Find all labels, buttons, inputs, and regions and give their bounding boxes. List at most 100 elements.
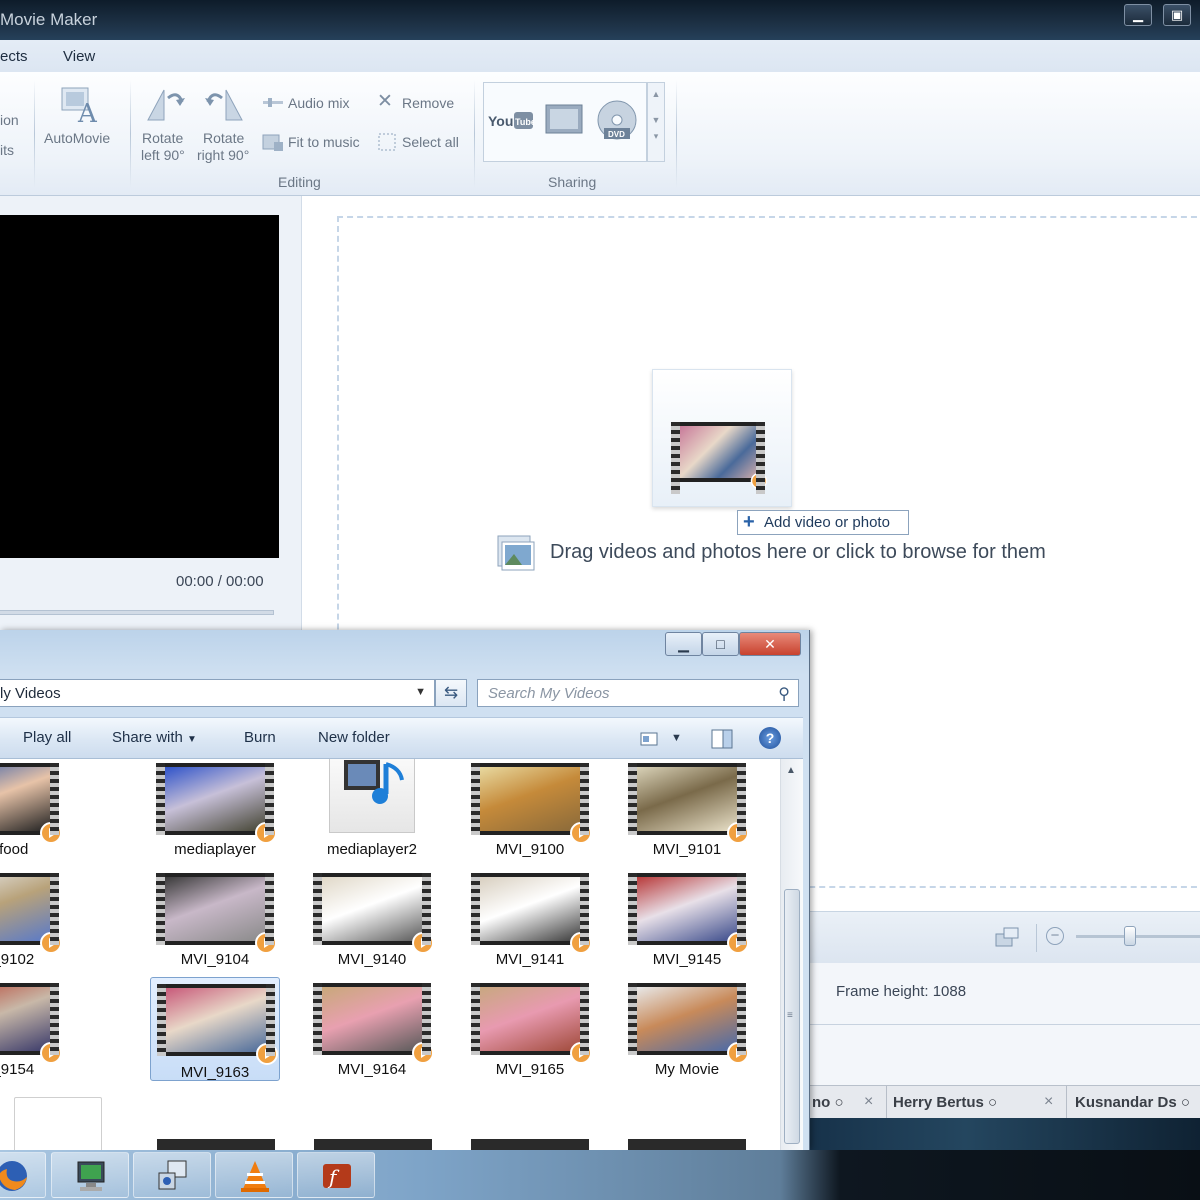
share-with-button[interactable]: Share with ▼ — [112, 729, 197, 746]
scroll-thumb[interactable]: ≡ — [784, 889, 800, 1144]
fit-to-music-icon — [262, 134, 283, 151]
remove-button[interactable]: Remove — [402, 95, 454, 112]
ribbon-cut-label-2[interactable]: its — [0, 142, 14, 159]
file-item[interactable]: MVI_9145 — [622, 871, 752, 975]
view-options-icon[interactable] — [640, 731, 658, 747]
refresh-button[interactable]: ⇆ — [435, 679, 467, 707]
file-item[interactable]: My Movie — [622, 981, 752, 1085]
document-file-icon[interactable] — [14, 1097, 102, 1150]
search-input[interactable]: Search My Videos ⚲ — [477, 679, 799, 707]
taskbar-app-flash[interactable]: f — [297, 1152, 375, 1198]
video-thumbnail[interactable] — [157, 1139, 275, 1150]
burn-button[interactable]: Burn — [244, 729, 276, 746]
close-tab-icon[interactable]: × — [1044, 1093, 1053, 1111]
file-item[interactable]: mediaplayer — [150, 761, 280, 865]
add-video-or-photo-button[interactable]: + Add video or photo — [737, 510, 909, 535]
scroll-up-icon[interactable]: ▲ — [786, 765, 796, 776]
browser-tab[interactable]: Kusnandar Ds ○ — [1075, 1086, 1200, 1119]
video-thumbnail — [156, 763, 277, 844]
browser-tab[interactable]: Herry Bertus ○ — [893, 1086, 1043, 1119]
taskbar-app-network[interactable] — [133, 1152, 211, 1198]
automovie-button[interactable]: AutoMovie — [44, 130, 110, 147]
search-icon[interactable]: ⚲ — [778, 684, 790, 704]
video-thumbnail[interactable] — [314, 1139, 432, 1150]
file-name: MVI_9165 — [495, 1061, 565, 1078]
file-item[interactable]: mediaplayer2 — [307, 759, 437, 865]
tab-visual-effects[interactable]: ects — [0, 48, 28, 65]
scroll-down-icon[interactable]: ▼ — [648, 115, 664, 125]
preview-pane-icon[interactable] — [711, 729, 733, 749]
video-thumbnail[interactable] — [471, 1139, 589, 1150]
close-tab-icon[interactable]: × — [864, 1093, 873, 1111]
zoom-out-icon[interactable]: − — [1046, 927, 1064, 945]
address-bar[interactable]: ly Videos ▼ — [0, 679, 435, 707]
tab-view[interactable]: View — [63, 48, 95, 65]
select-all-button[interactable]: Select all — [402, 134, 459, 151]
frame-height: Frame height: 1088 — [836, 983, 966, 1000]
video-frame-image — [0, 987, 50, 1051]
video-thumbnail[interactable] — [628, 1139, 746, 1150]
drop-placeholder-thumbnail[interactable] — [652, 369, 792, 507]
rotate-left-label-2[interactable]: left 90° — [141, 147, 185, 164]
file-item[interactable]: MVI_9165 — [465, 981, 595, 1085]
minimize-button[interactable]: ▁ — [1124, 4, 1152, 26]
video-frame-image — [637, 877, 737, 941]
maximize-button[interactable]: □ — [702, 632, 739, 656]
close-button[interactable]: ✕ — [739, 632, 801, 656]
youtube-icon[interactable]: You Tube — [488, 109, 534, 133]
file-name: MVI_9145 — [652, 951, 722, 968]
zoom-slider-thumb[interactable] — [1124, 926, 1136, 946]
dvd-icon[interactable]: DVD — [596, 99, 640, 143]
file-item[interactable]: MVI_9102 — [0, 871, 65, 975]
monitor-icon[interactable] — [544, 101, 588, 141]
thumbnail-size-icon[interactable] — [994, 926, 1022, 950]
seek-bar[interactable] — [0, 610, 274, 615]
ribbon-cut-label-1[interactable]: ion — [0, 112, 19, 129]
audio-mix-button[interactable]: Audio mix — [288, 95, 349, 112]
file-item[interactable]: MVI_9101 — [622, 761, 752, 865]
plus-icon: + — [743, 511, 755, 533]
rotate-right-label-1[interactable]: Rotate — [203, 130, 244, 147]
file-item[interactable]: MVI_9141 — [465, 871, 595, 975]
video-frame-image — [0, 767, 50, 831]
file-item[interactable]: MVI_9140 — [307, 871, 437, 975]
gallery-scrollbar[interactable]: ▲ ▼ ▾ — [647, 82, 665, 162]
file-item[interactable]: MVI_9154 — [0, 981, 65, 1085]
taskbar-app-vlc[interactable] — [215, 1152, 293, 1198]
play-all-button[interactable]: Play all — [23, 729, 71, 746]
scroll-up-icon[interactable]: ▲ — [648, 89, 664, 99]
chevron-down-icon[interactable]: ▼ — [671, 732, 682, 744]
video-preview[interactable] — [0, 215, 279, 558]
maximize-button[interactable]: ▣ — [1163, 4, 1191, 26]
taskbar-app-firefox[interactable] — [0, 1152, 46, 1198]
rotate-right-label-2[interactable]: right 90° — [197, 147, 249, 164]
vertical-scrollbar[interactable]: ▲ ≡ — [780, 759, 803, 1150]
rotate-left-icon — [147, 89, 185, 121]
gallery-expand-icon[interactable]: ▾ — [648, 131, 664, 142]
help-icon[interactable]: ? — [759, 727, 781, 749]
browser-tab-label: Kusnandar Ds — [1075, 1094, 1177, 1111]
file-item[interactable]: MVI_9163 — [150, 977, 280, 1081]
tab-separator — [886, 1086, 887, 1119]
new-folder-button[interactable]: New folder — [318, 729, 390, 746]
browser-tab[interactable]: no ○ — [810, 1086, 886, 1119]
file-name: MVI_9163 — [180, 1064, 250, 1081]
add-video-or-photo-label: Add video or photo — [764, 514, 890, 531]
file-item[interactable]: MVI_9100 — [465, 761, 595, 865]
file-name: mediaplayer2 — [326, 841, 418, 858]
rotate-left-label-1[interactable]: Rotate — [142, 130, 183, 147]
video-thumbnail — [471, 763, 592, 844]
chevron-down-icon[interactable]: ▼ — [415, 686, 426, 698]
file-item[interactable]: MVI_9104 — [150, 871, 280, 975]
fit-to-music-button[interactable]: Fit to music — [288, 134, 360, 151]
minimize-button[interactable]: ▁ — [665, 632, 702, 656]
file-name: MVI_9164 — [337, 1061, 407, 1078]
taskbar-app-monitor[interactable] — [51, 1152, 129, 1198]
file-item[interactable]: MVI_9164 — [307, 981, 437, 1085]
video-frame-image — [637, 767, 737, 831]
zoom-slider-track[interactable] — [1076, 935, 1200, 938]
file-item[interactable]: mallfood — [0, 761, 65, 865]
file-name: MVI_9100 — [495, 841, 565, 858]
tab-status-icon: ○ — [988, 1094, 998, 1111]
video-thumbnail — [0, 873, 62, 954]
